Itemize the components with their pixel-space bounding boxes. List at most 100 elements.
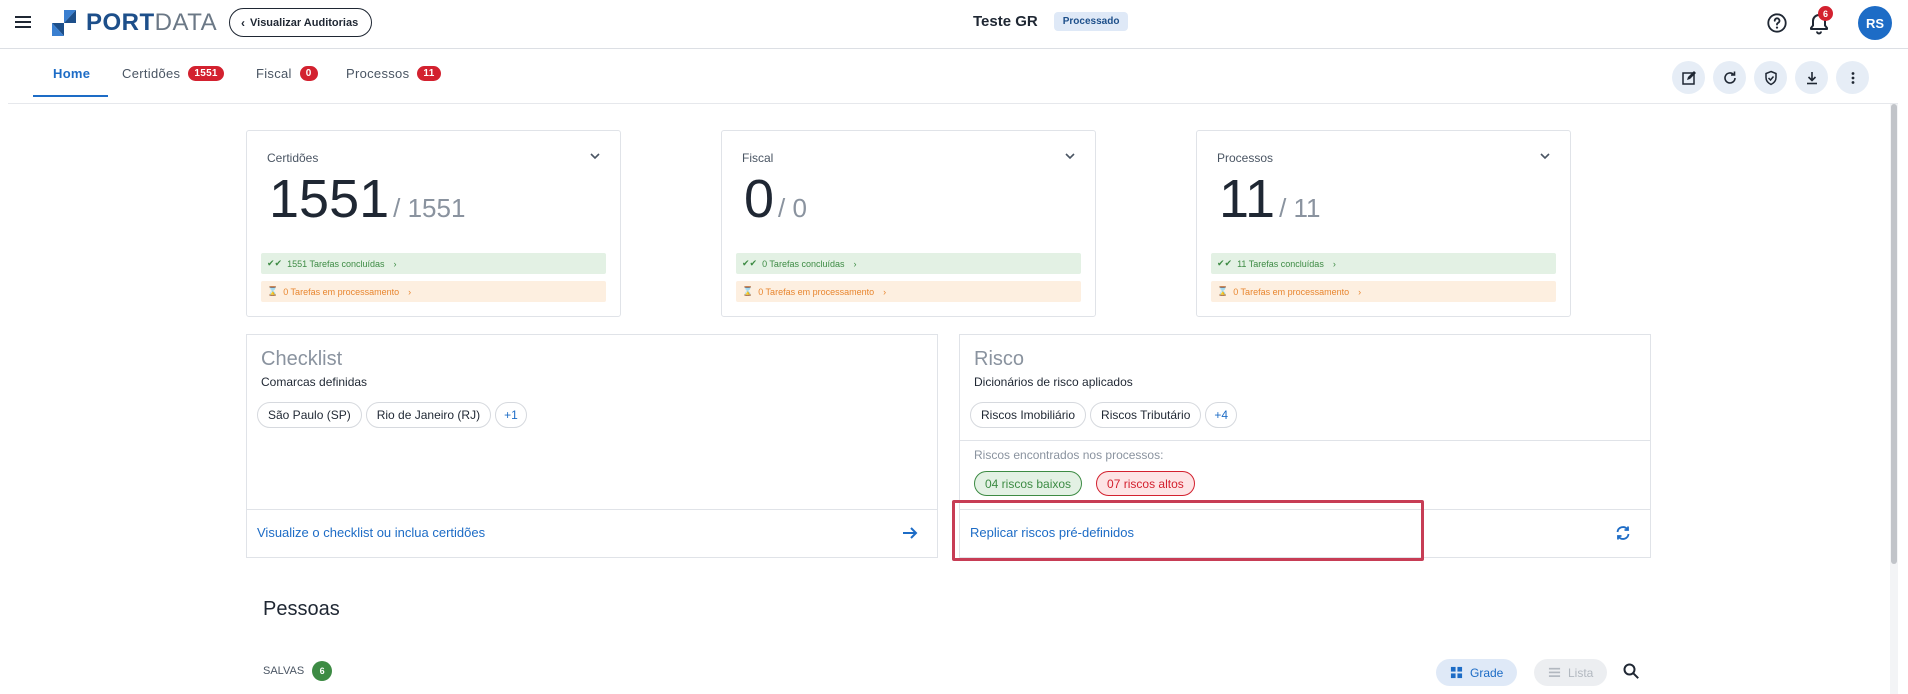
checklist-subtitle: Comarcas definidas (261, 375, 368, 389)
tasks-processing-label: 0 Tarefas em processamento (1233, 286, 1350, 297)
pessoas-title: Pessoas (263, 598, 340, 620)
help-icon[interactable] (1766, 12, 1788, 34)
chevron-right-icon: › (853, 258, 857, 269)
tab-home[interactable]: Home (53, 49, 90, 97)
status-badge: Processado (1053, 12, 1129, 31)
risco-subtitle: Dicionários de risco aplicados (974, 375, 1133, 389)
tab-home-label: Home (53, 65, 91, 81)
back-to-audits-label: Visualizar Auditorias (250, 16, 359, 29)
menu-icon[interactable] (14, 13, 32, 31)
tab-fiscal[interactable]: Fiscal 0 (256, 49, 318, 97)
more-dictionaries-chip[interactable]: +4 (1205, 402, 1238, 428)
portdata-logo[interactable]: PORTDATA (50, 9, 218, 36)
risco-panel: Risco Dicionários de risco aplicados Ris… (959, 334, 1651, 558)
user-avatar[interactable]: RS (1858, 6, 1892, 40)
arrow-right-icon[interactable] (901, 524, 919, 542)
top-header: PORTDATA ‹ Visualizar Auditorias Teste G… (0, 0, 1908, 49)
logo-text-data: DATA (154, 9, 218, 36)
more-vert-icon (1851, 71, 1854, 84)
chevron-left-icon: ‹ (241, 15, 245, 30)
double-check-icon: ✔✔ (1217, 258, 1233, 268)
logo-text-port: PORT (86, 9, 155, 36)
divider (960, 440, 1650, 441)
hourglass-icon: ⌛ (267, 286, 279, 296)
search-icon[interactable] (1622, 662, 1640, 680)
tasks-done-label: 0 Tarefas concluídas (762, 258, 845, 269)
edit-icon (1681, 70, 1696, 85)
more-comarcas-chip[interactable]: +1 (495, 402, 527, 428)
checklist-link[interactable]: Visualize o checklist ou inclua certidõe… (257, 525, 485, 540)
risco-footer: Replicar riscos pré-definidos (960, 509, 1650, 557)
double-check-icon: ✔✔ (267, 258, 283, 268)
tasks-processing-row[interactable]: ⌛ 0 Tarefas em processamento › (1211, 281, 1556, 302)
download-icon (1806, 71, 1817, 84)
tasks-done-row[interactable]: ✔✔ 0 Tarefas concluídas › (736, 253, 1081, 274)
comarca-chip[interactable]: São Paulo (SP) (257, 402, 362, 428)
tasks-done-row[interactable]: ✔✔ 1551 Tarefas concluídas › (261, 253, 606, 274)
stat-value: 1551 (269, 169, 390, 229)
stat-total: / 0 (778, 193, 807, 223)
back-to-audits-button[interactable]: ‹ Visualizar Auditorias (229, 8, 373, 37)
tab-processos-label: Processos (346, 65, 410, 81)
chevron-down-icon[interactable] (1063, 149, 1077, 163)
portdata-logo-mark (52, 10, 76, 36)
title-area: Teste GR Processado (973, 12, 1129, 31)
sync-icon[interactable] (1614, 524, 1632, 542)
stat-card-certidoes: Certidões 1551 / 1551 ✔✔ 1551 Tarefas co… (246, 130, 621, 317)
stat-card-fiscal: Fiscal 0 / 0 ✔✔ 0 Tarefas concluídas › ⌛… (721, 130, 1096, 317)
notifications-badge: 6 (1818, 6, 1833, 21)
comarcas-chips: São Paulo (SP) Rio de Janeiro (RJ) +1 (257, 402, 527, 428)
refresh-button[interactable] (1713, 61, 1746, 94)
comarca-chip[interactable]: Rio de Janeiro (RJ) (365, 402, 492, 428)
risk-pills: 04 riscos baixos 07 riscos altos (974, 471, 1195, 496)
low-risks-badge[interactable]: 04 riscos baixos (974, 471, 1083, 496)
tab-fiscal-label: Fiscal (256, 65, 292, 81)
stat-value: 0 (744, 169, 775, 229)
replicate-risks-link[interactable]: Replicar riscos pré-definidos (970, 525, 1134, 540)
salvas-label: SALVAS (263, 665, 305, 677)
download-button[interactable] (1795, 61, 1828, 94)
stat-total: / 11 (1279, 193, 1321, 223)
tasks-processing-row[interactable]: ⌛ 0 Tarefas em processamento › (261, 281, 606, 302)
chevron-down-icon[interactable] (1538, 149, 1552, 163)
double-check-icon: ✔✔ (742, 258, 758, 268)
high-risks-badge[interactable]: 07 riscos altos (1096, 471, 1195, 496)
edit-button[interactable] (1672, 61, 1705, 94)
salvas-count-badge: 6 (312, 661, 333, 681)
tasks-done-row[interactable]: ✔✔ 11 Tarefas concluídas › (1211, 253, 1556, 274)
grid-view-icon (1450, 666, 1463, 679)
chevron-right-icon: › (393, 258, 397, 269)
lista-view-label: Lista (1568, 665, 1594, 680)
risco-title: Risco (974, 348, 1025, 370)
page-title: Teste GR (973, 13, 1038, 30)
salvas-label-group: SALVAS 6 (263, 661, 333, 681)
tab-bar: Home Certidões 1551 Fiscal 0 Processos 1… (8, 49, 1898, 104)
active-tab-indicator (33, 95, 108, 97)
tab-fiscal-count-badge: 0 (299, 65, 318, 81)
tab-certidoes[interactable]: Certidões 1551 (122, 49, 224, 97)
chevron-down-icon[interactable] (588, 149, 602, 163)
stat-card-processos: Processos 11 / 11 ✔✔ 11 Tarefas concluíd… (1196, 130, 1571, 317)
tasks-processing-row[interactable]: ⌛ 0 Tarefas em processamento › (736, 281, 1081, 302)
stat-label: Certidões (267, 151, 319, 165)
tab-certidoes-label: Certidões (122, 65, 181, 81)
risks-found-label: Riscos encontrados nos processos: (974, 448, 1164, 462)
risk-dictionary-chip[interactable]: Riscos Imobiliário (970, 402, 1087, 428)
risk-dictionary-chip[interactable]: Riscos Tributário (1090, 402, 1202, 428)
tab-processos[interactable]: Processos 11 (346, 49, 441, 97)
checklist-title: Checklist (261, 348, 343, 370)
more-options-button[interactable] (1836, 61, 1869, 94)
grade-view-button[interactable]: Grade (1436, 659, 1518, 686)
hourglass-icon: ⌛ (742, 286, 754, 296)
checklist-footer: Visualize o checklist ou inclua certidõe… (247, 509, 937, 557)
lista-view-button[interactable]: Lista (1534, 659, 1608, 686)
shield-check-button[interactable] (1754, 61, 1787, 94)
scrollbar-thumb[interactable] (1891, 104, 1897, 564)
stat-value: 11 (1219, 169, 1276, 229)
chevron-right-icon: › (1332, 258, 1336, 269)
list-view-icon (1548, 667, 1561, 677)
tab-processos-count-badge: 11 (417, 65, 441, 81)
chevron-right-icon: › (408, 286, 412, 297)
chevron-right-icon: › (883, 286, 887, 297)
stat-label: Fiscal (742, 151, 774, 165)
